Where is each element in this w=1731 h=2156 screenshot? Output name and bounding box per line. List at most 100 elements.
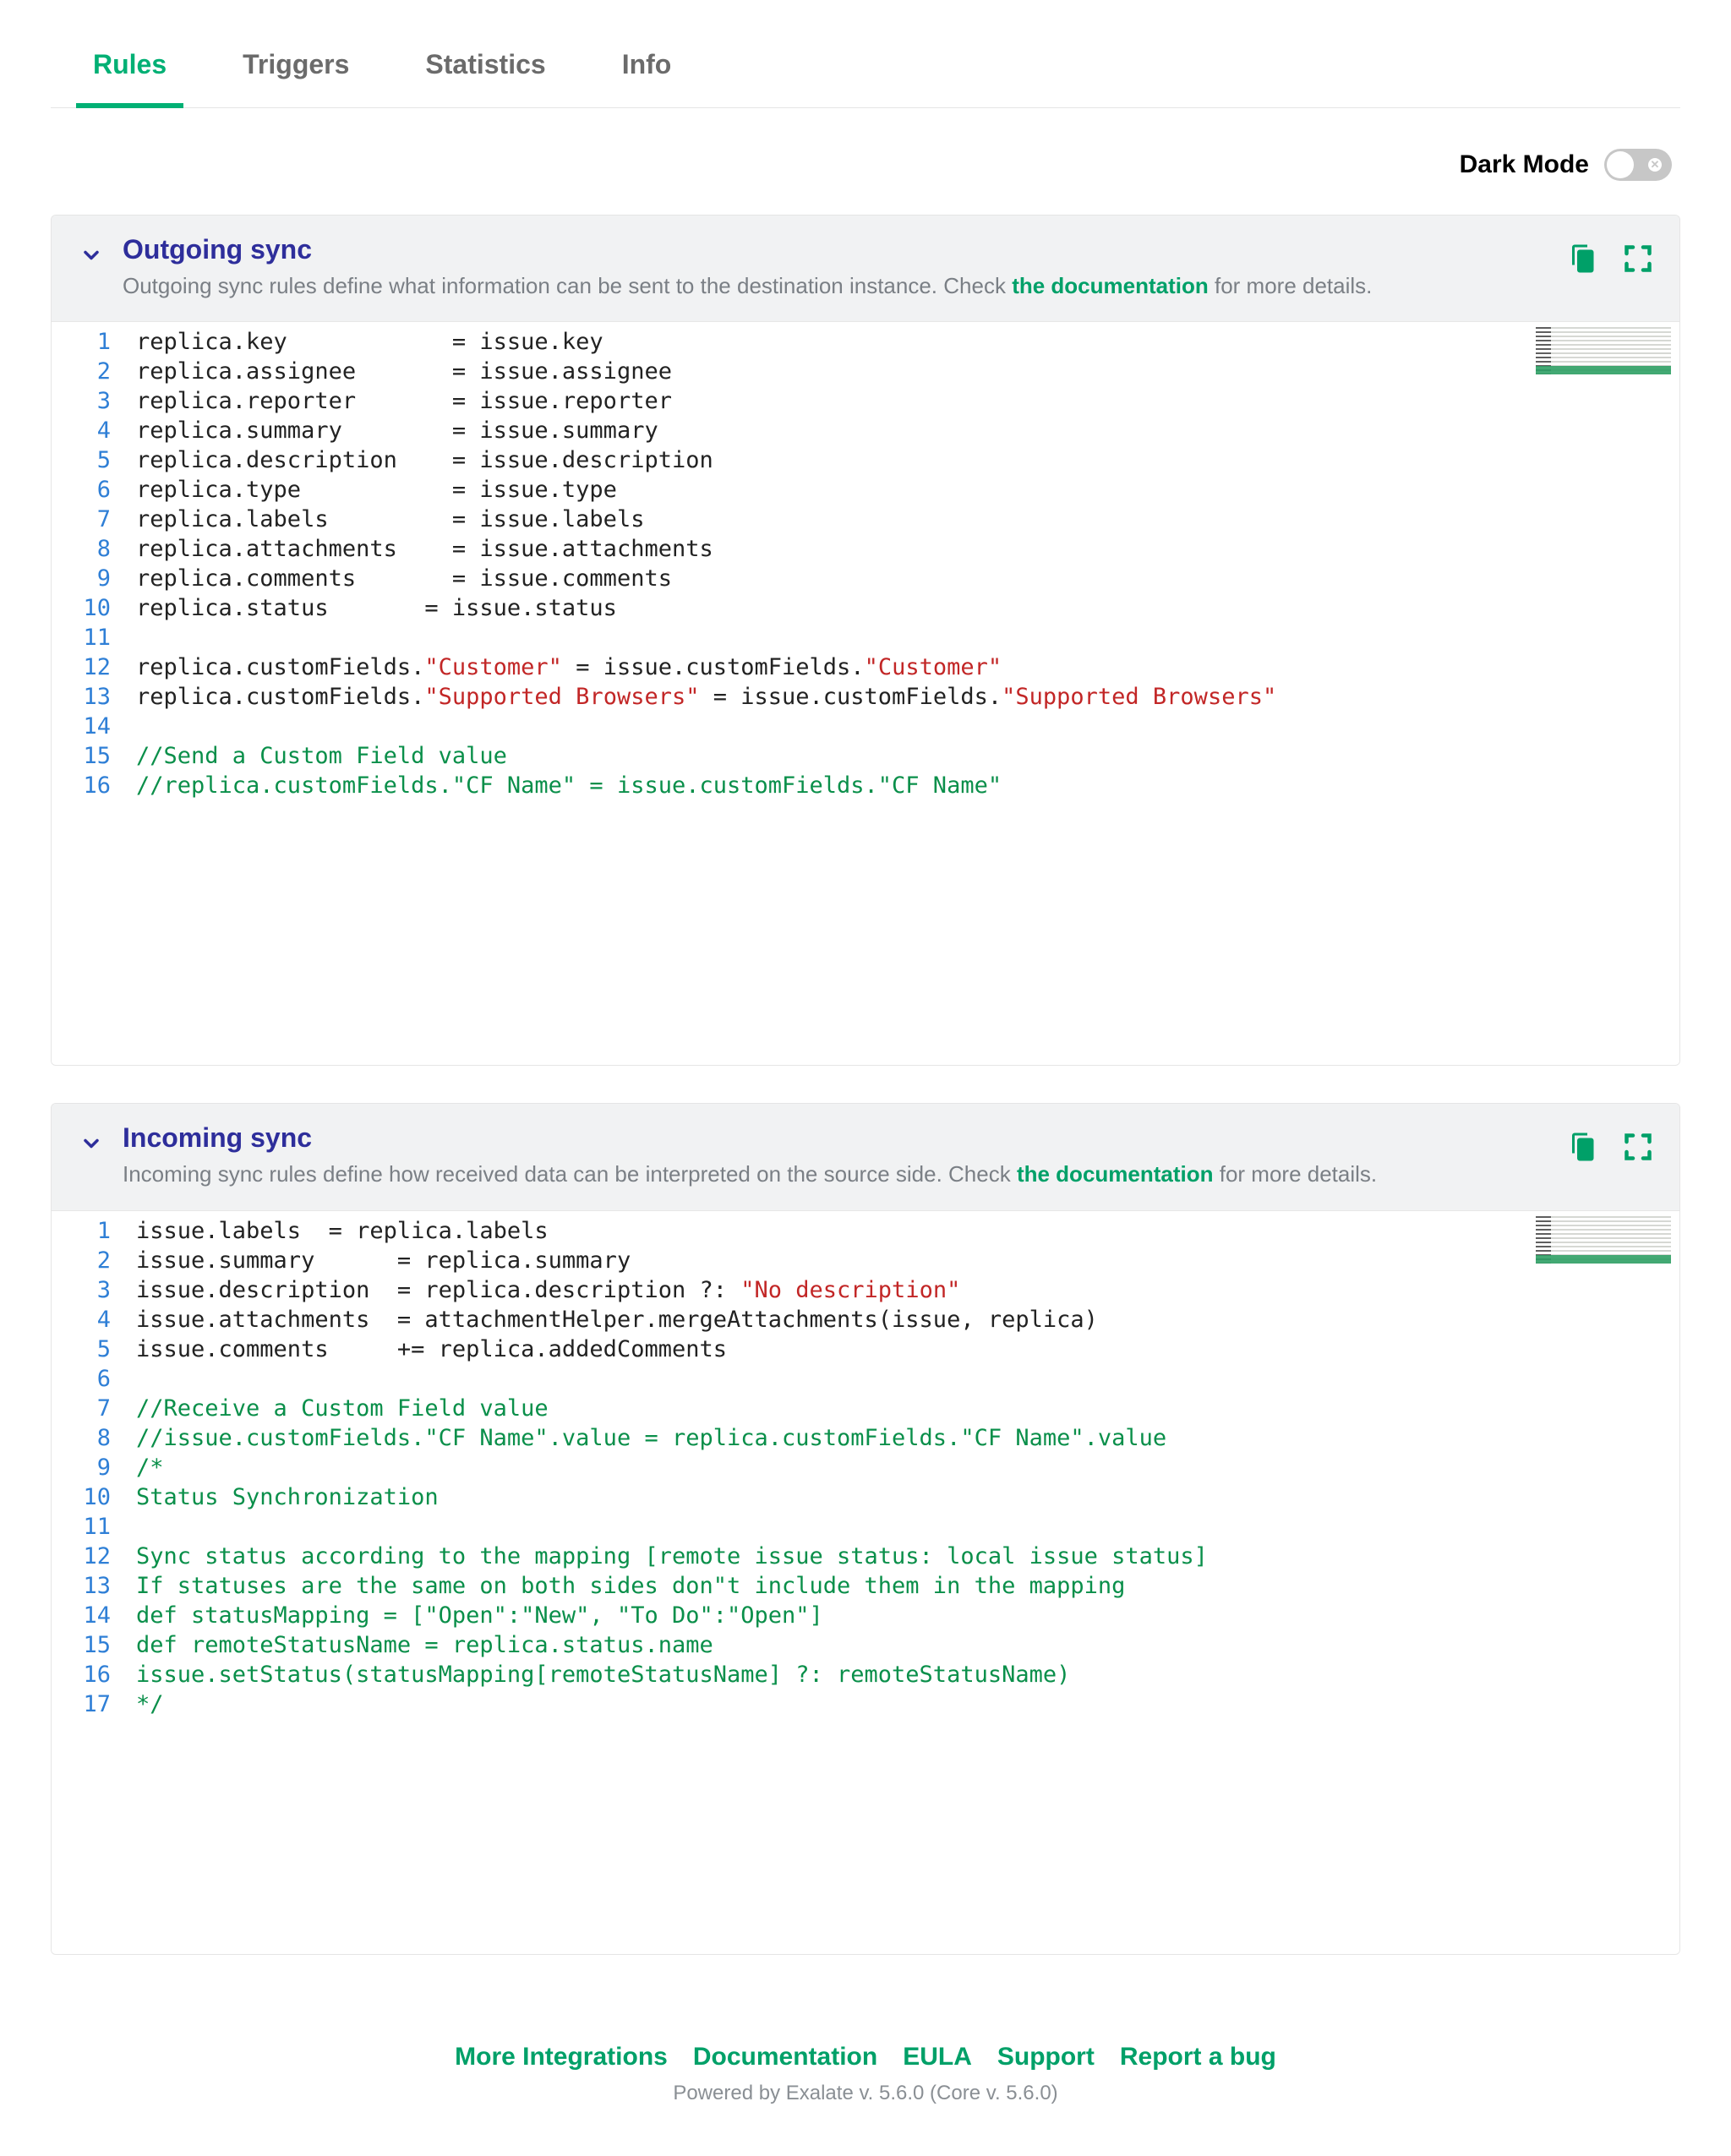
code-text[interactable]: replica.comments = issue.comments bbox=[136, 564, 1679, 593]
code-text[interactable]: replica.customFields."Customer" = issue.… bbox=[136, 652, 1679, 682]
outgoing-panel-title: Outgoing sync bbox=[123, 234, 1549, 265]
code-text[interactable]: //Receive a Custom Field value bbox=[136, 1394, 1679, 1423]
code-line[interactable]: 3issue.description = replica.description… bbox=[52, 1275, 1679, 1305]
code-line[interactable]: 2issue.summary = replica.summary bbox=[52, 1246, 1679, 1275]
fullscreen-icon[interactable] bbox=[1622, 1131, 1654, 1163]
code-line[interactable]: 3replica.reporter = issue.reporter bbox=[52, 386, 1679, 416]
code-text[interactable]: //replica.customFields."CF Name" = issue… bbox=[136, 771, 1679, 800]
code-text[interactable]: issue.comments += replica.addedComments bbox=[136, 1335, 1679, 1364]
code-text[interactable]: replica.description = issue.description bbox=[136, 445, 1679, 475]
code-text[interactable]: replica.status = issue.status bbox=[136, 593, 1679, 623]
incoming-code-lines[interactable]: 1issue.labels = replica.labels2issue.sum… bbox=[52, 1211, 1679, 1728]
powered-by: Powered by Exalate v. 5.6.0 (Core v. 5.6… bbox=[51, 2082, 1680, 2105]
footer-support[interactable]: Support bbox=[997, 2043, 1095, 2071]
code-text[interactable]: //Send a Custom Field value bbox=[136, 741, 1679, 771]
code-line[interactable]: 1issue.labels = replica.labels bbox=[52, 1216, 1679, 1246]
footer-documentation[interactable]: Documentation bbox=[693, 2043, 877, 2071]
code-line[interactable]: 11 bbox=[52, 1512, 1679, 1542]
code-line[interactable]: 6 bbox=[52, 1364, 1679, 1394]
code-text[interactable]: replica.labels = issue.labels bbox=[136, 505, 1679, 534]
outgoing-code-lines[interactable]: 1replica.key = issue.key2replica.assigne… bbox=[52, 322, 1679, 809]
footer-eula[interactable]: EULA bbox=[903, 2043, 972, 2071]
line-number: 13 bbox=[52, 682, 136, 712]
code-line[interactable]: 1replica.key = issue.key bbox=[52, 327, 1679, 357]
line-number: 16 bbox=[52, 771, 136, 800]
code-text[interactable]: issue.labels = replica.labels bbox=[136, 1216, 1679, 1246]
code-text[interactable]: issue.summary = replica.summary bbox=[136, 1246, 1679, 1275]
code-text[interactable]: replica.summary = issue.summary bbox=[136, 416, 1679, 445]
code-text[interactable] bbox=[136, 1364, 1679, 1394]
code-text[interactable]: replica.reporter = issue.reporter bbox=[136, 386, 1679, 416]
code-line[interactable]: 9/* bbox=[52, 1453, 1679, 1482]
code-text[interactable]: */ bbox=[136, 1689, 1679, 1719]
toggle-knob bbox=[1607, 151, 1634, 178]
code-line[interactable]: 5replica.description = issue.description bbox=[52, 445, 1679, 475]
code-line[interactable]: 11 bbox=[52, 623, 1679, 652]
incoming-doc-link[interactable]: the documentation bbox=[1017, 1161, 1214, 1187]
fullscreen-icon[interactable] bbox=[1622, 243, 1654, 275]
code-text[interactable]: replica.key = issue.key bbox=[136, 327, 1679, 357]
code-line[interactable]: 15def remoteStatusName = replica.status.… bbox=[52, 1630, 1679, 1660]
incoming-code-editor[interactable]: 1issue.labels = replica.labels2issue.sum… bbox=[52, 1210, 1679, 1954]
code-line[interactable]: 17*/ bbox=[52, 1689, 1679, 1719]
code-line[interactable]: 4issue.attachments = attachmentHelper.me… bbox=[52, 1305, 1679, 1335]
code-line[interactable]: 13replica.customFields."Supported Browse… bbox=[52, 682, 1679, 712]
code-text[interactable]: def remoteStatusName = replica.status.na… bbox=[136, 1630, 1679, 1660]
minimap-icon[interactable] bbox=[1536, 327, 1671, 374]
tab-triggers[interactable]: Triggers bbox=[243, 34, 349, 107]
code-line[interactable]: 12Sync status according to the mapping [… bbox=[52, 1542, 1679, 1571]
code-text[interactable]: issue.attachments = attachmentHelper.mer… bbox=[136, 1305, 1679, 1335]
code-text[interactable]: Status Synchronization bbox=[136, 1482, 1679, 1512]
code-text[interactable]: replica.type = issue.type bbox=[136, 475, 1679, 505]
code-text[interactable]: def statusMapping = ["Open":"New", "To D… bbox=[136, 1601, 1679, 1630]
code-text[interactable]: Sync status according to the mapping [re… bbox=[136, 1542, 1679, 1571]
dark-mode-toggle[interactable]: ✕ bbox=[1604, 149, 1672, 181]
code-text[interactable]: issue.setStatus(statusMapping[remoteStat… bbox=[136, 1660, 1679, 1689]
code-text[interactable] bbox=[136, 623, 1679, 652]
footer-report-bug[interactable]: Report a bug bbox=[1120, 2043, 1276, 2071]
code-line[interactable]: 16issue.setStatus(statusMapping[remoteSt… bbox=[52, 1660, 1679, 1689]
code-line[interactable]: 13If statuses are the same on both sides… bbox=[52, 1571, 1679, 1601]
code-line[interactable]: 15//Send a Custom Field value bbox=[52, 741, 1679, 771]
code-line[interactable]: 7replica.labels = issue.labels bbox=[52, 505, 1679, 534]
code-line[interactable]: 12replica.customFields."Customer" = issu… bbox=[52, 652, 1679, 682]
code-text[interactable]: replica.attachments = issue.attachments bbox=[136, 534, 1679, 564]
code-line[interactable]: 10Status Synchronization bbox=[52, 1482, 1679, 1512]
code-text[interactable] bbox=[136, 712, 1679, 741]
code-line[interactable]: 14def statusMapping = ["Open":"New", "To… bbox=[52, 1601, 1679, 1630]
tab-statistics[interactable]: Statistics bbox=[425, 34, 545, 107]
code-text[interactable]: If statuses are the same on both sides d… bbox=[136, 1571, 1679, 1601]
code-line[interactable]: 8replica.attachments = issue.attachments bbox=[52, 534, 1679, 564]
chevron-down-icon[interactable] bbox=[77, 241, 106, 270]
code-line[interactable]: 10replica.status = issue.status bbox=[52, 593, 1679, 623]
tab-info[interactable]: Info bbox=[622, 34, 672, 107]
code-text[interactable]: issue.description = replica.description … bbox=[136, 1275, 1679, 1305]
code-text[interactable]: /* bbox=[136, 1453, 1679, 1482]
line-number: 11 bbox=[52, 1512, 136, 1542]
code-line[interactable]: 6replica.type = issue.type bbox=[52, 475, 1679, 505]
copy-icon[interactable] bbox=[1566, 1131, 1598, 1163]
line-number: 5 bbox=[52, 445, 136, 475]
footer-more-integrations[interactable]: More Integrations bbox=[455, 2043, 668, 2071]
minimap-icon[interactable] bbox=[1536, 1216, 1671, 1264]
code-text[interactable] bbox=[136, 1512, 1679, 1542]
code-line[interactable]: 8//issue.customFields."CF Name".value = … bbox=[52, 1423, 1679, 1453]
chevron-down-icon[interactable] bbox=[77, 1129, 106, 1158]
code-text[interactable]: replica.customFields."Supported Browsers… bbox=[136, 682, 1679, 712]
line-number: 4 bbox=[52, 416, 136, 445]
code-line[interactable]: 7//Receive a Custom Field value bbox=[52, 1394, 1679, 1423]
line-number: 10 bbox=[52, 1482, 136, 1512]
code-line[interactable]: 9replica.comments = issue.comments bbox=[52, 564, 1679, 593]
outgoing-doc-link[interactable]: the documentation bbox=[1012, 273, 1209, 298]
outgoing-code-editor[interactable]: 1replica.key = issue.key2replica.assigne… bbox=[52, 321, 1679, 1065]
code-text[interactable]: replica.assignee = issue.assignee bbox=[136, 357, 1679, 386]
tab-rules[interactable]: Rules bbox=[93, 34, 167, 107]
code-text[interactable]: //issue.customFields."CF Name".value = r… bbox=[136, 1423, 1679, 1453]
code-line[interactable]: 16//replica.customFields."CF Name" = iss… bbox=[52, 771, 1679, 800]
code-line[interactable]: 14 bbox=[52, 712, 1679, 741]
copy-icon[interactable] bbox=[1566, 243, 1598, 275]
code-line[interactable]: 2replica.assignee = issue.assignee bbox=[52, 357, 1679, 386]
code-line[interactable]: 4replica.summary = issue.summary bbox=[52, 416, 1679, 445]
line-number: 6 bbox=[52, 475, 136, 505]
code-line[interactable]: 5issue.comments += replica.addedComments bbox=[52, 1335, 1679, 1364]
